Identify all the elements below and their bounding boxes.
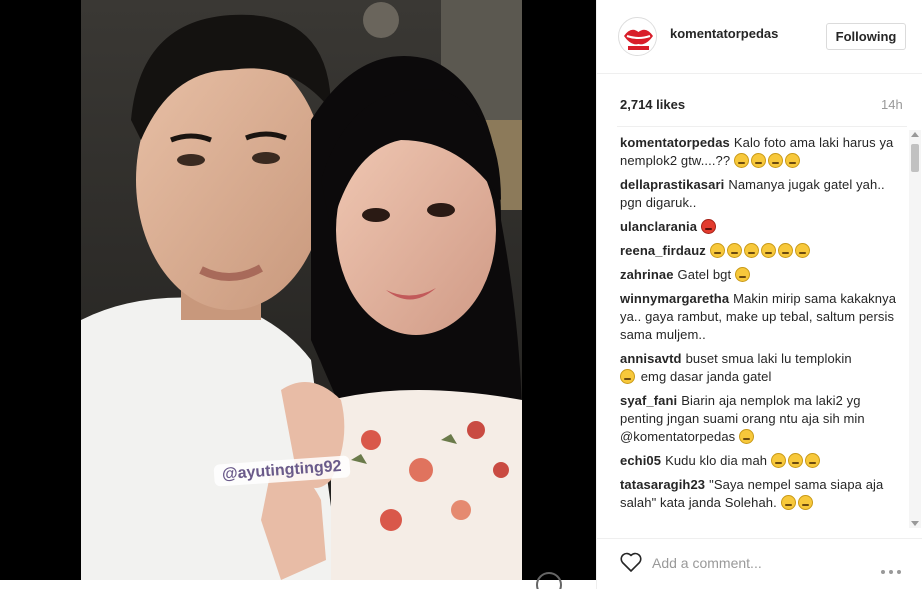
more-options-icon[interactable]: [881, 561, 907, 574]
comment-item: reena_firdauz: [620, 242, 903, 260]
lips-logo-icon: [619, 18, 656, 55]
face-emoji-icon: [733, 153, 749, 168]
photo-bottom-strip: [0, 580, 596, 589]
comment-item: winnymargaretha Makin mirip sama kakaknya…: [620, 290, 903, 344]
angry-face-emoji-icon: [701, 219, 717, 234]
post-footer: [597, 538, 922, 589]
comment-item: ulanclarania: [620, 218, 903, 236]
comment-username[interactable]: echi05: [620, 453, 661, 468]
comment-item: dellaprastikasari Namanya jugak gatel yah…: [620, 176, 903, 212]
face-emoji-icon: [743, 243, 759, 258]
post-header: komentatorpedas Following: [597, 0, 922, 74]
face-emoji-icon: [777, 243, 793, 258]
photo-pane: @ayutingting92: [0, 0, 596, 589]
comment-item: syaf_fani Biarin aja nemplok ma laki2 yg …: [620, 392, 903, 446]
face-emoji-icon: [797, 495, 813, 510]
comment-item: tatasaragih23 "Saya nempel sama siapa aja…: [620, 476, 903, 512]
post-username[interactable]: komentatorpedas: [670, 26, 778, 41]
face-emoji-icon: [709, 243, 725, 258]
comment-item: zahrinae Gatel bgt: [620, 266, 903, 284]
comments-list: komentatorpedas Kalo foto ama laki harus …: [620, 134, 903, 524]
comment-text: Gatel bgt: [677, 267, 735, 282]
comment-username[interactable]: syaf_fani: [620, 393, 677, 408]
scroll-up-arrow-icon[interactable]: [911, 132, 919, 137]
comment-username[interactable]: ulanclarania: [620, 219, 697, 234]
avatar[interactable]: [618, 17, 657, 56]
photo-letterbox-right: [522, 0, 596, 589]
comment-input[interactable]: [652, 552, 852, 574]
comment-text: emg dasar janda gatel: [637, 369, 772, 384]
post-photo[interactable]: @ayutingting92: [81, 0, 522, 580]
face-emoji-icon: [794, 243, 810, 258]
comments-scrollbar[interactable]: [909, 130, 921, 528]
face-emoji-icon: [780, 495, 796, 510]
comment-item: annisavtd buset smua laki lu templokin em…: [620, 350, 903, 386]
instagram-post-page: @ayutingting92 komentatorpedas Following…: [0, 0, 922, 589]
comment-username[interactable]: zahrinae: [620, 267, 674, 282]
comment-username[interactable]: tatasaragih23: [620, 477, 705, 492]
face-emoji-icon: [750, 153, 766, 168]
photo-letterbox-left: [0, 0, 81, 589]
post-time[interactable]: 14h: [881, 97, 903, 112]
photo-illustration: [81, 0, 522, 580]
comment-username[interactable]: komentatorpedas: [620, 135, 730, 150]
comment-item: echi05 Kudu klo dia mah: [620, 452, 903, 470]
face-emoji-icon: [787, 453, 803, 468]
scroll-down-arrow-icon[interactable]: [911, 521, 919, 526]
face-emoji-icon: [734, 267, 750, 282]
scroll-thumb[interactable]: [911, 144, 919, 172]
divider: [617, 126, 907, 127]
face-emoji-icon: [620, 369, 635, 384]
face-emoji-icon: [767, 153, 783, 168]
following-button[interactable]: Following: [826, 23, 906, 50]
comment-username[interactable]: annisavtd: [620, 351, 682, 366]
face-emoji-icon: [760, 243, 776, 258]
post-sidebar: komentatorpedas Following 2,714 likes 14…: [596, 0, 922, 589]
face-emoji-icon: [770, 453, 786, 468]
comment-text: buset smua laki lu templokin: [685, 351, 852, 366]
face-emoji-icon: [784, 153, 800, 168]
likes-count[interactable]: 2,714 likes: [620, 97, 685, 112]
comment-text: Kudu klo dia mah: [665, 453, 771, 468]
comment-item: komentatorpedas Kalo foto ama laki harus …: [620, 134, 903, 170]
heart-icon[interactable]: [619, 551, 643, 573]
comment-username[interactable]: reena_firdauz: [620, 243, 706, 258]
comment-username[interactable]: dellaprastikasari: [620, 177, 724, 192]
comment-username[interactable]: winnymargaretha: [620, 291, 729, 306]
face-emoji-icon: [804, 453, 820, 468]
face-emoji-icon: [726, 243, 742, 258]
face-emoji-icon: [738, 429, 754, 444]
